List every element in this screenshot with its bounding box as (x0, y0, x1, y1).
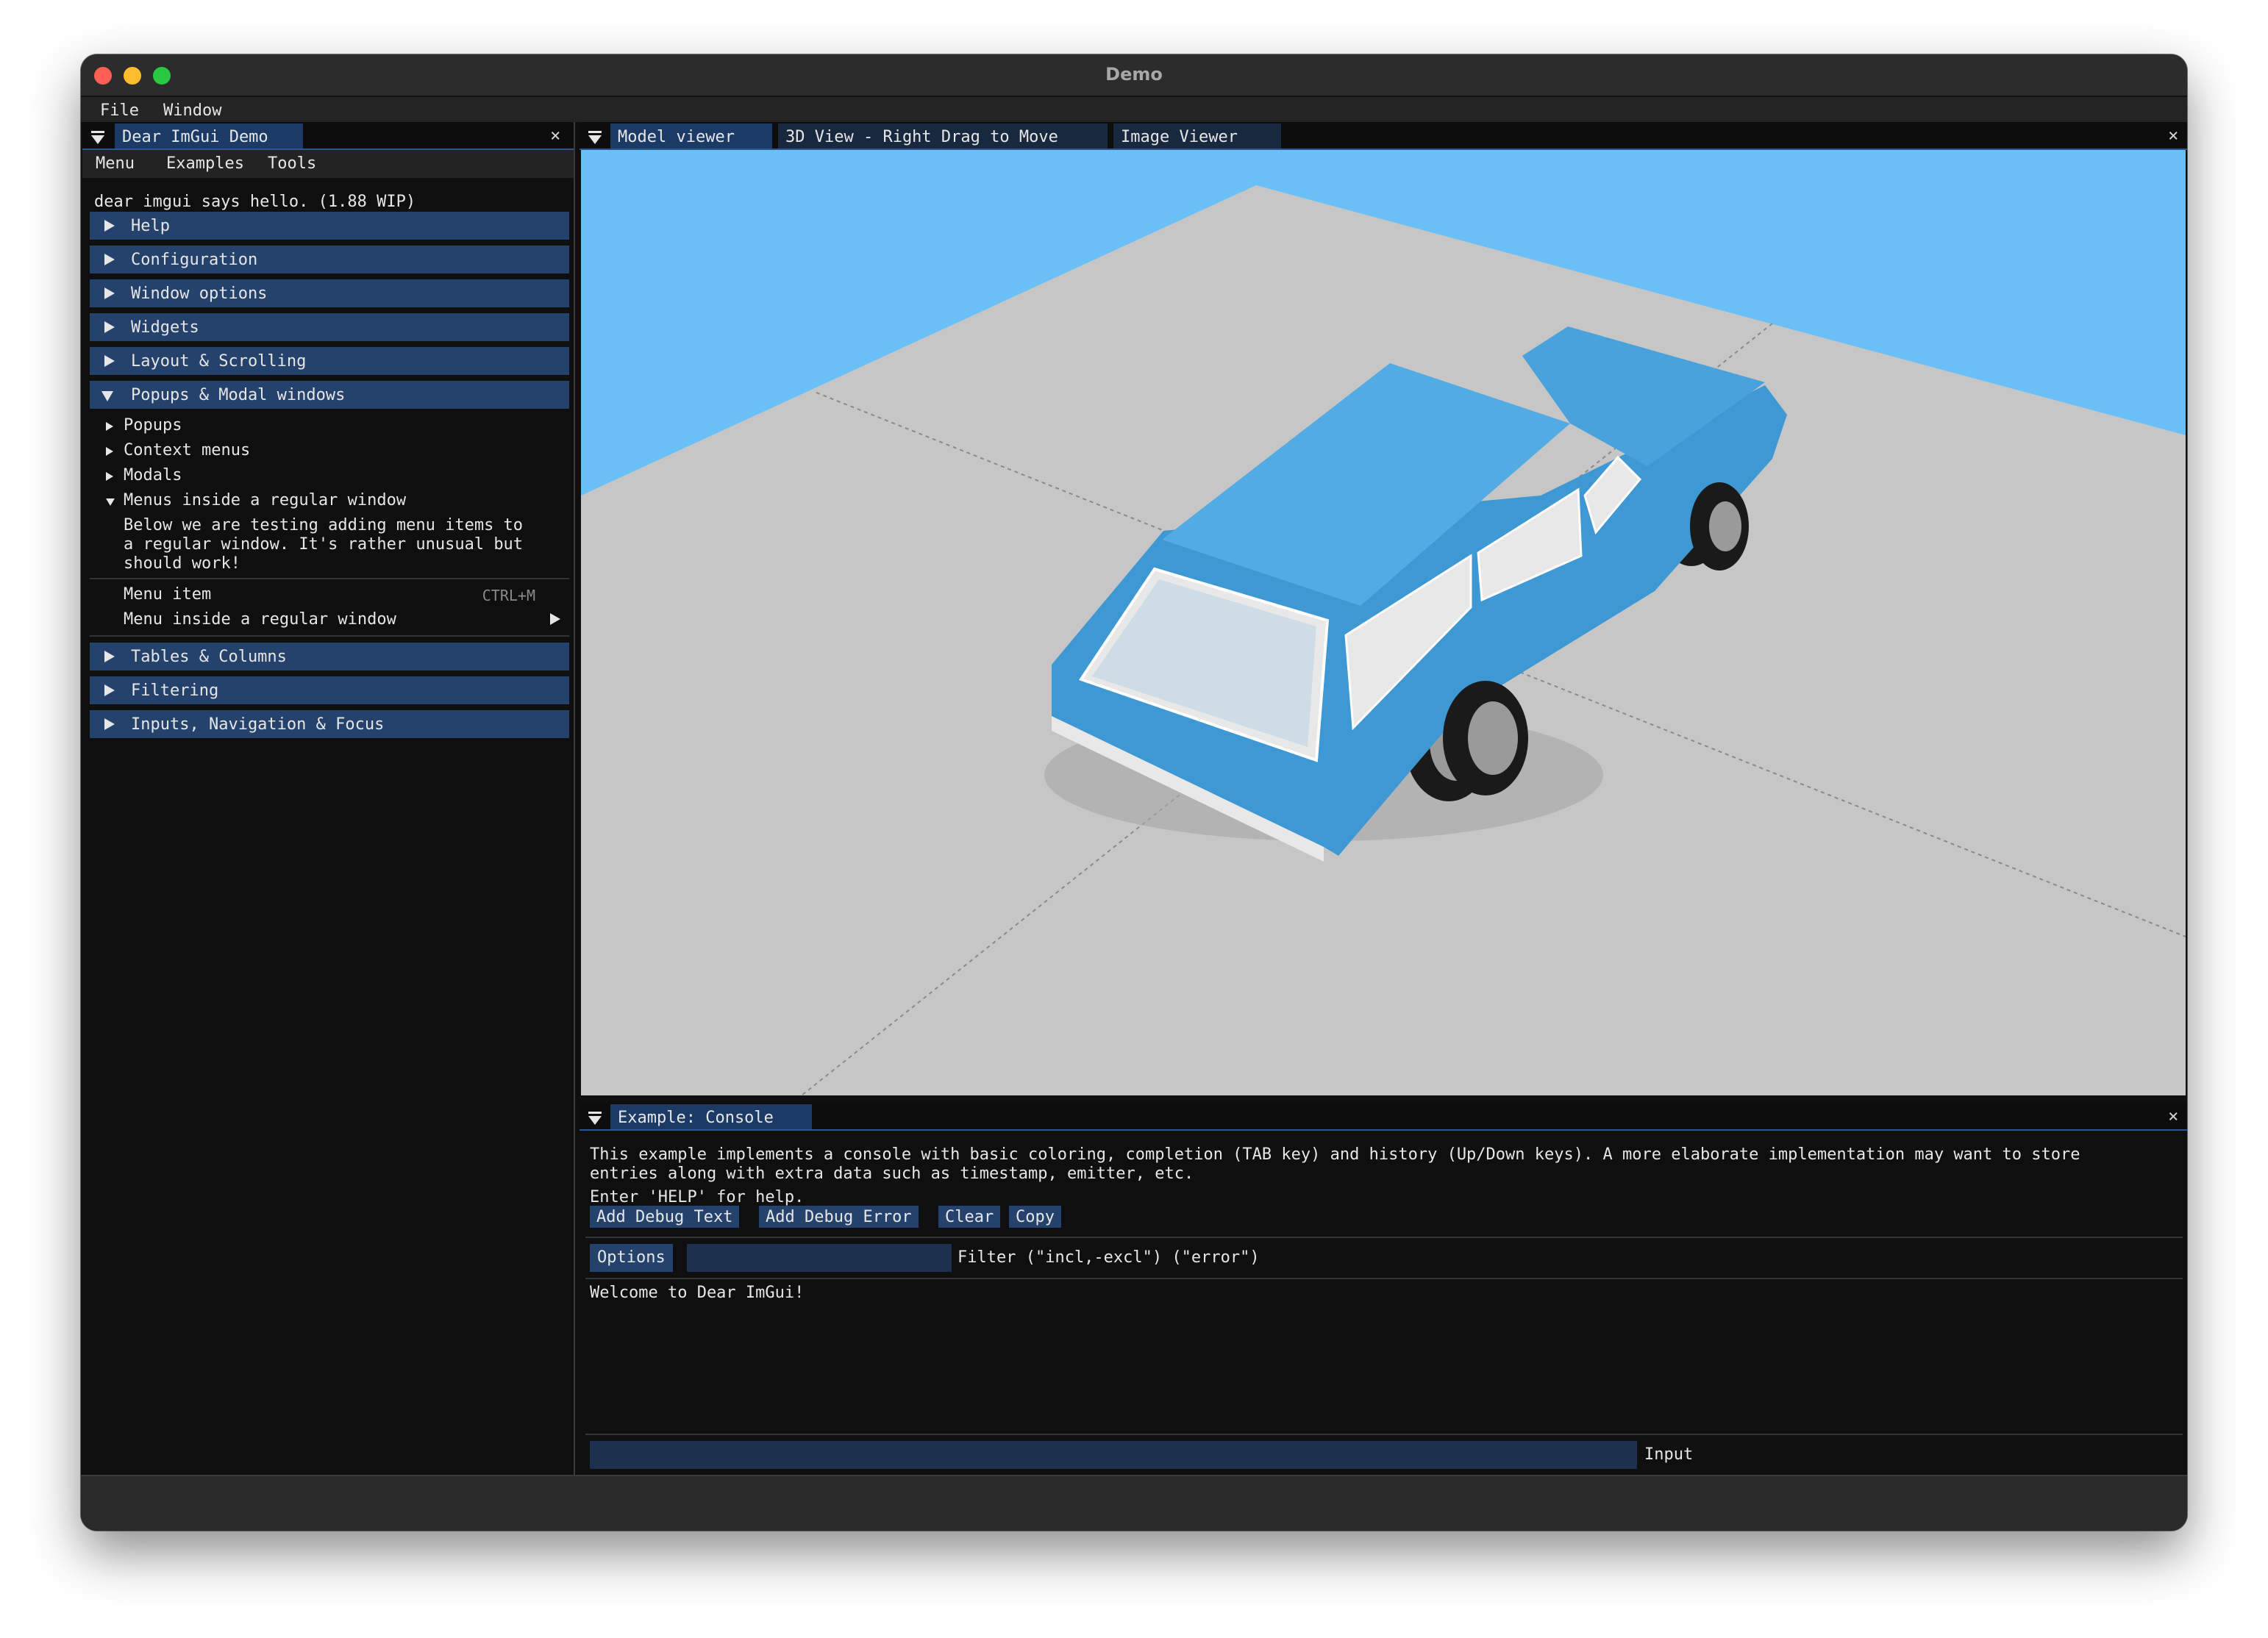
tab-dear-imgui-demo[interactable]: Dear ImGui Demo (115, 124, 303, 149)
tab-example-console[interactable]: Example: Console (610, 1104, 812, 1129)
demo-tab-bar: Dear ImGui Demo × (82, 122, 574, 150)
caret-down-icon (106, 498, 115, 506)
caret-right-icon (104, 254, 115, 265)
demo-window: Dear ImGui Demo × Menu Examples Tools de… (82, 122, 575, 1478)
header-label: Inputs, Navigation & Focus (131, 715, 385, 734)
menus-description: Below we are testing adding menu items t… (124, 516, 565, 573)
header-window-options[interactable]: Window options (90, 279, 569, 307)
separator (585, 1434, 2183, 1435)
menu-tools[interactable]: Tools (268, 154, 316, 173)
description-line: a regular window. It's rather unusual bu… (124, 535, 524, 554)
description-line: Below we are testing adding menu items t… (124, 516, 524, 534)
console-log-line: Welcome to Dear ImGui! (590, 1284, 805, 1302)
tab-label: Image Viewer (1121, 128, 1238, 146)
dock-menu-icon[interactable] (588, 131, 602, 144)
tree-node-label: Menus inside a regular window (124, 491, 407, 509)
caret-right-icon (104, 287, 115, 299)
header-configuration[interactable]: Configuration (90, 246, 569, 273)
console-window: Example: Console × This example implemen… (580, 1103, 2187, 1478)
input-label: Input (1644, 1445, 1694, 1464)
dock-menu-icon[interactable] (588, 1112, 602, 1125)
filter-input[interactable] (687, 1244, 952, 1272)
console-description: This example implements a console with b… (590, 1145, 2171, 1207)
demo-menu-bar: Menu Examples Tools (82, 150, 574, 178)
submenu-arrow-icon (550, 613, 560, 625)
copy-button[interactable]: Copy (1009, 1206, 1061, 1228)
tab-label: Model viewer (618, 128, 735, 146)
close-icon[interactable]: × (2168, 1106, 2178, 1126)
caret-down-icon (101, 391, 113, 401)
header-label: Widgets (131, 318, 199, 337)
menu-item[interactable]: Menu item (124, 585, 211, 604)
header-widgets[interactable]: Widgets (90, 313, 569, 341)
bottom-bar (81, 1475, 2187, 1531)
header-label: Window options (131, 285, 268, 303)
header-label: Configuration (131, 251, 258, 269)
header-tables-columns[interactable]: Tables & Columns (90, 643, 569, 670)
close-icon[interactable]: × (550, 125, 560, 146)
title-bar: Demo (81, 54, 2187, 97)
menu-file[interactable]: File (100, 101, 139, 120)
3d-scene (581, 150, 2186, 1095)
close-icon[interactable]: × (2168, 125, 2178, 146)
tab-model-viewer[interactable]: Model viewer (610, 124, 772, 149)
header-label: Popups & Modal windows (131, 386, 346, 404)
viewer-dock: Model viewer 3D View - Right Drag to Mov… (580, 122, 2187, 1478)
caret-right-icon (106, 447, 113, 456)
caret-right-icon (104, 684, 115, 696)
add-debug-error-button[interactable]: Add Debug Error (759, 1206, 919, 1228)
console-input[interactable] (590, 1441, 1637, 1469)
dock-menu-icon[interactable] (91, 131, 104, 144)
filter-label: Filter ("incl,-excl") ("error") (958, 1248, 1260, 1267)
separator (585, 1278, 2183, 1279)
header-label: Tables & Columns (131, 648, 287, 666)
clear-button[interactable]: Clear (938, 1206, 1001, 1228)
caret-right-icon (106, 422, 113, 431)
caret-right-icon (104, 651, 115, 662)
options-button[interactable]: Options (590, 1244, 673, 1272)
tab-3d-view[interactable]: 3D View - Right Drag to Move (778, 124, 1108, 149)
viewer-tab-bar: Model viewer 3D View - Right Drag to Mov… (580, 122, 2187, 150)
model-viewport[interactable] (581, 150, 2186, 1095)
header-popups-modal-windows[interactable]: Popups & Modal windows (90, 381, 569, 409)
window-title: Demo (1105, 64, 1163, 85)
app-window: Demo File Window Dear ImGui Demo × Menu … (81, 54, 2187, 1531)
header-inputs-navigation-focus[interactable]: Inputs, Navigation & Focus (90, 710, 569, 738)
tree-node-label: Modals (124, 466, 182, 484)
header-label: Help (131, 217, 170, 235)
menu-window[interactable]: Window (163, 101, 221, 120)
caret-right-icon (104, 355, 115, 367)
tree-node-label: Popups (124, 416, 182, 434)
caret-right-icon (104, 718, 115, 730)
tab-label: Example: Console (618, 1109, 774, 1127)
header-help[interactable]: Help (90, 212, 569, 240)
tab-label: Dear ImGui Demo (122, 128, 268, 146)
description-line: entries along with extra data such as ti… (590, 1165, 1194, 1183)
caret-right-icon (104, 220, 115, 232)
tree-node-label: Context menus (124, 441, 251, 459)
description-line: This example implements a console with b… (590, 1145, 2080, 1164)
hello-text: dear imgui says hello. (1.88 WIP) (94, 193, 416, 211)
help-text: Enter 'HELP' for help. (590, 1188, 805, 1206)
header-label: Layout & Scrolling (131, 352, 307, 371)
header-layout-scrolling[interactable]: Layout & Scrolling (90, 347, 569, 375)
dock-area: Dear ImGui Demo × Menu Examples Tools de… (81, 122, 2187, 1531)
caret-right-icon (106, 472, 113, 481)
header-label: Filtering (131, 682, 219, 700)
add-debug-text-button[interactable]: Add Debug Text (590, 1206, 740, 1228)
menu-item-shortcut: CTRL+M (482, 587, 535, 604)
menu-separator (90, 635, 569, 637)
tab-image-viewer[interactable]: Image Viewer (1113, 124, 1281, 149)
menu-menu[interactable]: Menu (96, 154, 135, 173)
header-filtering[interactable]: Filtering (90, 676, 569, 704)
menu-separator (90, 578, 569, 579)
separator (585, 1237, 2183, 1238)
menu-examples[interactable]: Examples (166, 154, 244, 173)
console-tab-bar: Example: Console × (580, 1103, 2187, 1131)
submenu-item[interactable]: Menu inside a regular window (124, 610, 396, 629)
description-line: should work! (124, 554, 240, 573)
tab-label: 3D View - Right Drag to Move (785, 128, 1058, 146)
caret-right-icon (104, 321, 115, 333)
main-menu-bar: File Window (81, 97, 2187, 122)
